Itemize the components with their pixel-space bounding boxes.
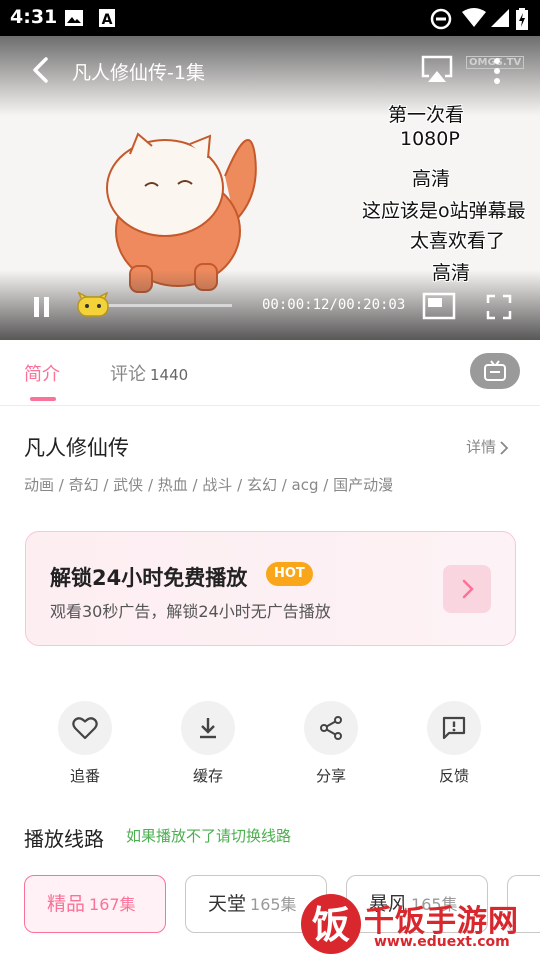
hot-badge: HOT [266,562,313,586]
promo-arrow-button[interactable] [443,565,491,613]
video-player[interactable]: 凡人修仙传-1集 OMGS.TV 第一次看 1080P 高清 这应该是o站弹幕最… [0,36,540,340]
details-link[interactable]: 详情 [466,436,510,457]
show-tags: 动画 / 奇幻 / 武侠 / 热血 / 战斗 / 玄幻 / acg / 国产动漫 [24,476,394,494]
picture-in-picture-icon[interactable] [422,292,456,320]
site-watermark: 饭 千饭手游网 www.eduext.com [298,888,540,960]
download-label: 缓存 [192,767,223,785]
danmaku-toggle-button[interactable] [470,353,520,389]
tv-icon [484,360,506,381]
line-name: 精品 [47,893,86,915]
status-time: 4:31 [10,6,58,28]
playback-lines-hint: 如果播放不了请切换线路 [126,827,292,845]
promo-title: 解锁24小时免费播放 [50,566,248,590]
download-icon [200,718,216,739]
danmaku-comment: 第一次看 [388,104,465,126]
feedback-icon [442,716,466,740]
tab-active-indicator [30,397,56,401]
svg-text:A: A [102,12,113,28]
tab-bar: 简介 评论 1440 [0,340,540,406]
site-logo: 饭 [301,894,361,954]
video-title: 凡人修仙传-1集 [72,62,205,84]
show-title: 凡人修仙传 [24,436,129,460]
pause-icon[interactable] [32,296,52,318]
heart-icon [72,717,98,740]
promo-subtitle: 观看30秒广告，解锁24小时无广告播放 [50,602,331,621]
share-icon [320,716,342,740]
battery-icon [516,8,528,30]
details-label: 详情 [466,438,497,456]
follow-button-circle [58,701,112,755]
wifi-icon [462,8,486,27]
cat-illustration [106,132,257,293]
follow-button[interactable]: 追番 [50,701,120,786]
time-readout: 00:00:12/00:20:03 [262,297,406,313]
download-button-circle [181,701,235,755]
image-icon [65,10,83,26]
back-arrow-icon[interactable] [28,56,54,84]
chevron-right-icon [462,579,474,599]
unlock-promo-card[interactable]: 解锁24小时免费播放 HOT 观看30秒广告，解锁24小时无广告播放 [25,531,516,646]
danmaku-comment: 太喜欢看了 [410,230,506,252]
danmaku-comment: 1080P [400,128,460,150]
site-watermark-url: www.eduext.com [374,934,510,950]
comment-count: 1440 [150,366,189,384]
danmaku-comment: 高清 [412,168,451,190]
chevron-right-icon [500,440,509,455]
progress-bar[interactable] [92,304,232,307]
line-name: 天堂 [208,893,247,915]
tab-intro[interactable]: 简介 [24,360,60,386]
progress-thumb-icon[interactable] [76,292,110,318]
line-episode-count: 165集 [250,895,297,914]
danmaku-comment: 这应该是o站弹幕最 [362,200,526,222]
airplay-icon[interactable] [420,54,454,84]
fullscreen-icon[interactable] [486,294,512,320]
share-label: 分享 [315,767,346,785]
do-not-disturb-icon [430,8,452,30]
a-notification-icon: A [99,9,115,28]
playback-lines-title: 播放线路 [24,827,104,851]
share-button[interactable]: 分享 [296,701,366,786]
danmaku-comment: 高清 [432,262,471,284]
site-logo-char: 饭 [312,903,350,947]
tab-comments-label: 评论 [110,364,146,385]
signal-icon [491,9,509,27]
feedback-button-circle [427,701,481,755]
tab-comments[interactable]: 评论 1440 [110,360,188,386]
line-episode-count: 167集 [89,895,136,914]
download-button[interactable]: 缓存 [173,701,243,786]
share-button-circle [304,701,358,755]
status-bar: 4:31 A [0,0,540,36]
more-vertical-icon[interactable] [490,56,504,86]
line-chip-jingpin[interactable]: 精品 167集 [24,875,166,933]
follow-label: 追番 [69,767,100,785]
feedback-label: 反馈 [438,767,469,785]
feedback-button[interactable]: 反馈 [419,701,489,786]
